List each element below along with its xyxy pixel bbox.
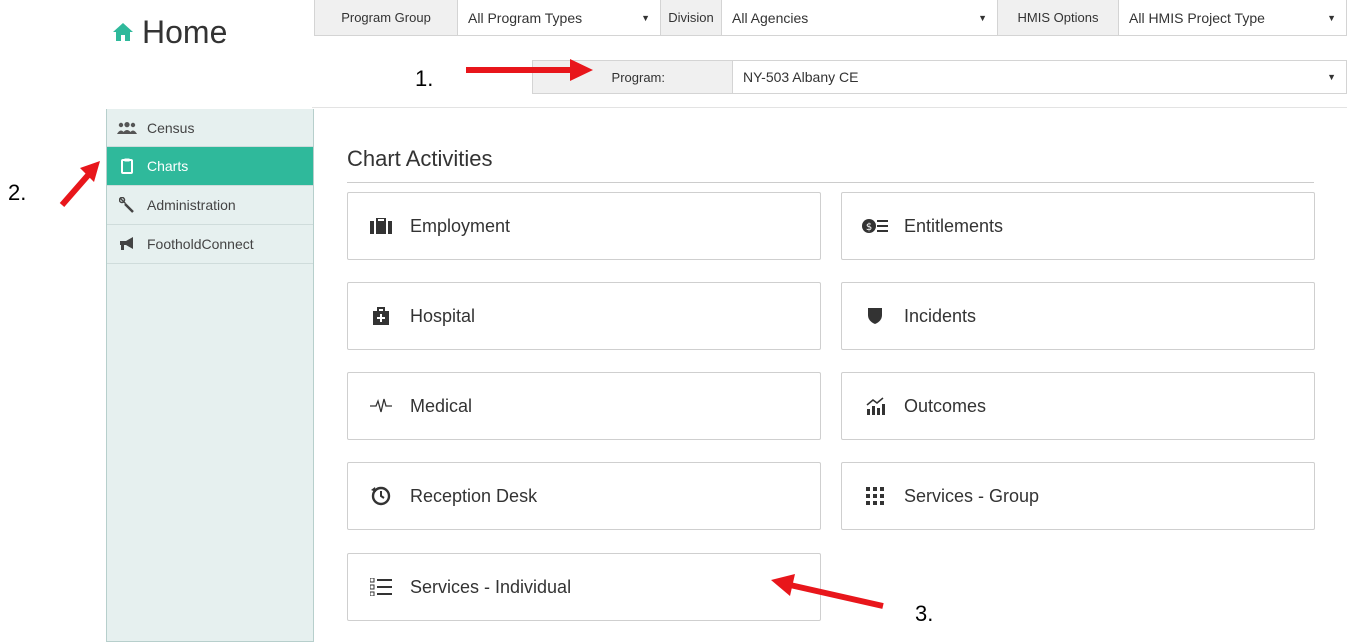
arrow-icon xyxy=(59,161,100,207)
arrow-icon xyxy=(771,574,884,609)
arrow-icon xyxy=(466,59,593,81)
annotation-arrows xyxy=(59,59,884,609)
